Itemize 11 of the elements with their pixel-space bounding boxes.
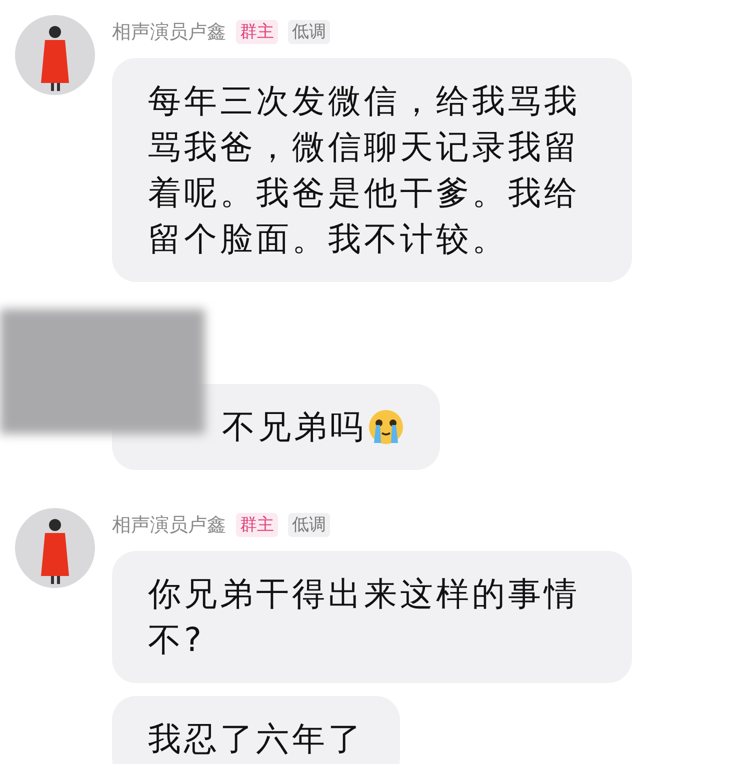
- message-text: 我忍了六年了: [148, 718, 364, 760]
- member-badge: 群主: [236, 513, 278, 537]
- sender-name: 相声演员卢鑫: [112, 512, 226, 538]
- member-badge: 群主: [236, 20, 278, 44]
- member-badge: 低调: [288, 20, 330, 44]
- sender-name: 相声演员卢鑫: [112, 20, 226, 45]
- crying-face-icon: [368, 409, 404, 445]
- message-text: 每年三次发微信，给我骂我骂我爸，微信聊天记录我留着呢。我爸是他干爹。我给留个脸面。我不计较。: [148, 80, 581, 260]
- message-text: 不兄弟吗: [222, 406, 366, 448]
- message-text: 你兄弟干得出来这样的事情不?: [148, 573, 581, 661]
- member-badge: 低调: [288, 513, 330, 537]
